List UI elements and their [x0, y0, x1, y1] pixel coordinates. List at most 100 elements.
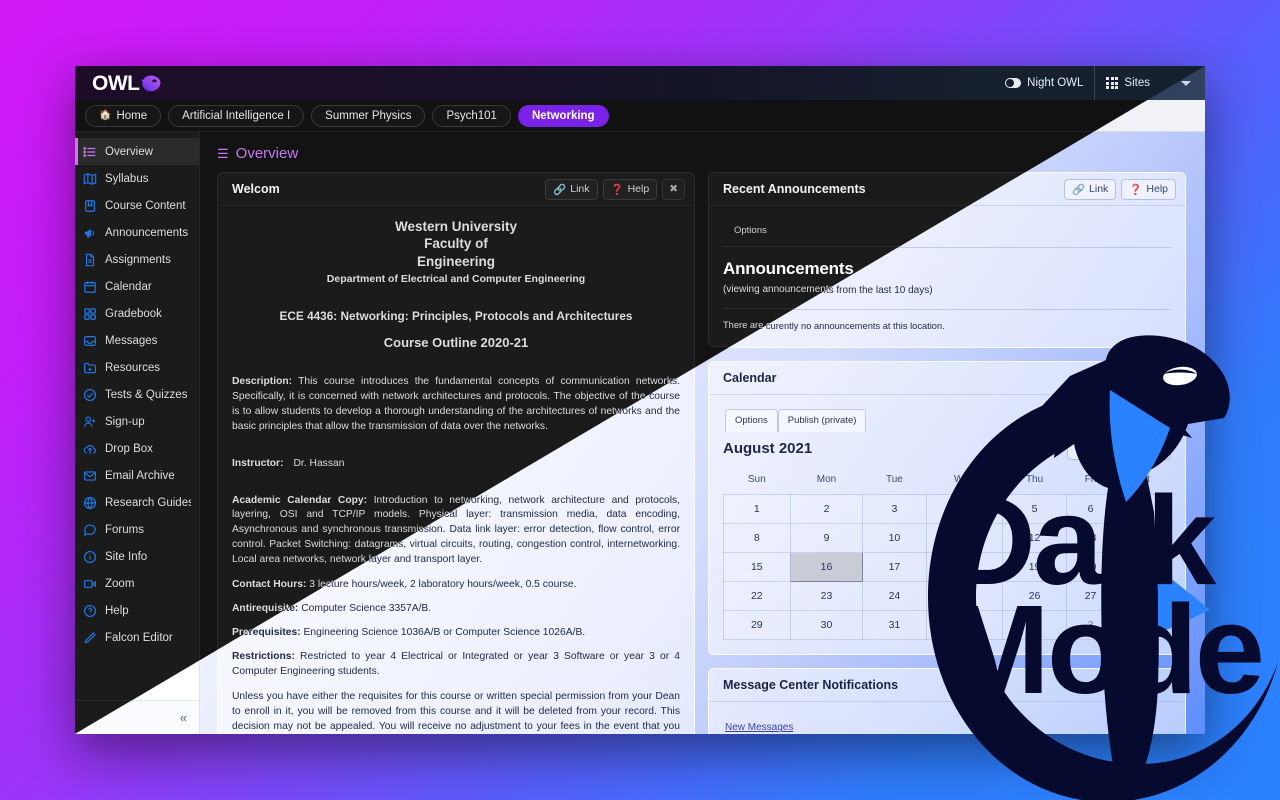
sidebar-item-drop-box[interactable]: Drop Box	[75, 435, 199, 462]
calendar-day-cell[interactable]: 8	[723, 523, 791, 554]
owl-logo[interactable]: OWL	[92, 73, 162, 94]
sidebar-item-research-guides[interactable]: Research Guides	[75, 489, 199, 516]
tab-summer-physics[interactable]: Summer Physics	[311, 104, 426, 127]
sites-button[interactable]: Sites	[1094, 66, 1161, 100]
calendar-prev-button[interactable]: <	[1066, 435, 1093, 460]
tab-psych101[interactable]: Psych101	[432, 104, 511, 127]
question-circle-icon	[83, 604, 97, 618]
sidebar-item-course-content[interactable]: Course Content	[75, 192, 199, 219]
calendar-day-cell[interactable]: 7	[1113, 494, 1172, 525]
calendar-day-cell[interactable]: 5	[1001, 494, 1068, 525]
sidebar-item-assignments[interactable]: Assignments	[75, 246, 199, 273]
sidebar-item-calendar[interactable]: Calendar	[75, 273, 199, 300]
sidebar-item-forums[interactable]: Forums	[75, 516, 199, 543]
calendar-day-cell[interactable]: 1	[723, 494, 791, 525]
welcome-expand-button[interactable]: ✖	[662, 178, 685, 200]
calendar-day-cell[interactable]: 22	[723, 581, 791, 612]
calendar-day-cell[interactable]: 26	[1001, 581, 1068, 612]
calendar-day-cell[interactable]: 12	[1001, 523, 1068, 554]
calendar-day-cell[interactable]: 16	[789, 552, 864, 583]
chat-icon	[83, 523, 97, 537]
calendar-day-cell[interactable]: 24	[862, 581, 927, 612]
announcements-help-button[interactable]: ❓ Help	[1121, 178, 1176, 200]
calendar-panel-header: Calendar 🔗 Link	[709, 362, 1185, 396]
sidebar-item-site-info[interactable]: Site Info	[75, 543, 199, 570]
welcome-link-button[interactable]: 🔗 Link	[545, 178, 598, 200]
calendar-day-cell[interactable]: 1	[925, 610, 1003, 641]
tab-networking[interactable]: Networking	[517, 104, 609, 127]
calendar-day-cell[interactable]: 28	[1113, 581, 1172, 612]
calendar-day-cell[interactable]: 4	[925, 494, 1003, 525]
calendar-day-cell[interactable]: 3	[1066, 610, 1115, 641]
calendar-link-button[interactable]: 🔗 Link	[1123, 367, 1176, 389]
calendar-day-cell[interactable]: 30	[789, 610, 864, 641]
sidebar-item-syllabus[interactable]: Syllabus	[75, 165, 199, 192]
sidebar-item-messages[interactable]: Messages	[75, 327, 199, 354]
calendar-weekday: Tue	[886, 473, 903, 485]
calendar-day-cell[interactable]: 18	[925, 552, 1003, 583]
restrictions-text: Restricted to year 4 Electrical or Integ…	[232, 650, 680, 677]
calendar-day-cell[interactable]: 6	[1066, 494, 1115, 525]
calendar-day-cell[interactable]: 29	[723, 610, 791, 641]
calendar-week-row: 1234567	[723, 494, 1172, 525]
calendar-day-cell[interactable]: 10	[862, 523, 927, 554]
new-messages-link[interactable]: New Messages	[723, 714, 1171, 734]
sidebar-item-tests-quizzes[interactable]: Tests & Quizzes	[75, 381, 199, 408]
prerequisites-line: Prerequisites: Engineering Science 1036A…	[232, 626, 680, 641]
tab-artificial-intelligence-i[interactable]: Artificial Intelligence I	[168, 104, 305, 127]
chevrons-left-icon: «	[179, 710, 187, 725]
calendar-day-cell[interactable]: 4	[1113, 610, 1172, 641]
tab-home[interactable]: 🏠 Home	[85, 104, 162, 127]
calendar-day-cell[interactable]: 9	[789, 523, 864, 554]
sidebar-item-falcon-editor[interactable]: Falcon Editor	[75, 624, 199, 651]
sidebar-item-sign-up[interactable]: Sign-up	[75, 408, 199, 435]
antirequisite-line: Antirequisite: Computer Science 3357A/B.	[232, 602, 680, 617]
link-icon: 🔗	[1131, 372, 1145, 385]
sidebar-item-announcements[interactable]: Announcements	[75, 219, 199, 246]
calendar-day-cell[interactable]: 20	[1066, 552, 1115, 583]
calendar-next-button[interactable]: >	[1145, 435, 1171, 460]
calendar-day-cell[interactable]: 25	[925, 581, 1003, 612]
tab-home-label: Home	[116, 109, 148, 122]
sidebar-item-gradebook[interactable]: Gradebook	[75, 300, 199, 327]
calendar-weekday: Thu	[1025, 473, 1044, 485]
department-name: Department of Electrical and Computer En…	[326, 272, 586, 285]
calendar-day-cell[interactable]: 3	[862, 494, 927, 525]
sidebar-item-help[interactable]: Help	[75, 597, 199, 624]
calendar-day-cell[interactable]: 13	[1066, 523, 1115, 554]
announcements-link-button[interactable]: 🔗 Link	[1063, 178, 1117, 200]
calendar-today-button[interactable]: today	[1096, 435, 1142, 460]
sidebar-item-label: Gradebook	[105, 307, 162, 320]
calendar-day-cell[interactable]: 11	[925, 523, 1003, 554]
list-icon: ☰	[217, 145, 229, 161]
sidebar-item-overview[interactable]: Overview	[75, 138, 199, 165]
calendar-day-cell[interactable]: 17	[862, 552, 927, 583]
calendar-day-cell[interactable]: 2	[789, 494, 864, 525]
list-icon	[83, 145, 97, 159]
calendar-options-tab[interactable]: Options	[725, 409, 778, 433]
night-owl-toggle[interactable]: Night OWL	[994, 66, 1094, 100]
calendar-day-cell[interactable]: 19	[1001, 552, 1068, 583]
announcements-panel-tools: 🔗 Link ❓ Help	[1063, 178, 1176, 200]
calendar-day-cell[interactable]: 23	[789, 581, 864, 612]
sidebar-item-email-archive[interactable]: Email Archive	[75, 462, 199, 489]
calendar-day-cell[interactable]: 31	[862, 610, 927, 641]
calendar-panel-tools: 🔗 Link	[1123, 367, 1176, 389]
calendar-day-cell[interactable]: 21	[1113, 552, 1172, 583]
calendar-publish-tab[interactable]: Publish (private)	[777, 409, 867, 433]
faculty-line2: Engineering	[416, 253, 495, 269]
announcements-help-label: Help	[1146, 183, 1168, 195]
calendar-day-cell[interactable]: 14	[1113, 523, 1172, 554]
message-center-panel: Message Center Notifications New Message…	[708, 668, 1186, 734]
sidebar-item-resources[interactable]: Resources	[75, 354, 199, 381]
sidebar-item-label: Tests & Quizzes	[105, 388, 188, 401]
sidebar-item-label: Forums	[105, 523, 144, 536]
calendar-day-cell[interactable]: 27	[1066, 581, 1115, 612]
instructor-label: Instructor:	[232, 457, 284, 469]
welcome-help-button[interactable]: ❓ Help	[602, 178, 658, 200]
calendar-day-cell[interactable]: 15	[723, 552, 791, 583]
calendar-week-row: 2930311234	[723, 610, 1172, 641]
sidebar-item-zoom[interactable]: Zoom	[75, 570, 199, 597]
calendar-day-cell[interactable]: 2	[1001, 610, 1068, 641]
announcements-options-tab[interactable]: Options	[725, 220, 776, 242]
